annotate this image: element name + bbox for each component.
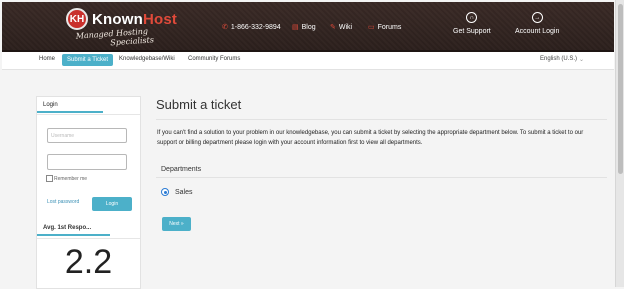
get-support-label: Get Support [453,28,491,35]
nav-knowledgebase[interactable]: Knowledgebase/Wiki [119,56,175,62]
divider [37,238,140,239]
browser-frame: KH KnownHost Managed Hosting Specialists… [0,0,624,289]
lost-password-link[interactable]: Lost password [47,199,79,205]
forums-icon: ▭ [368,24,375,31]
wiki-label: Wiki [338,23,353,31]
radio-selected-icon[interactable] [161,188,169,196]
language-selector[interactable]: English (U.S.) [540,56,577,62]
chevron-down-icon[interactable]: ⌄ [579,56,584,63]
headset-icon: ∩ [466,12,478,23]
divider [156,119,607,120]
blog-icon: ▤ [292,24,299,31]
phone-icon: ✆ [222,24,228,31]
blog-link[interactable]: ▤ Blog [292,23,316,32]
phone-link[interactable]: ✆ 1-866-332-9894 [222,23,281,32]
divider [156,177,607,178]
knownhost-logo[interactable]: KH KnownHost [66,8,177,30]
scrollbar-thumb[interactable] [618,4,623,174]
forums-link[interactable]: ▭ Forums [368,23,402,32]
intro-text: If you can't find a solution to your pro… [157,130,584,146]
password-input[interactable] [47,154,127,170]
tab-login[interactable]: Login [37,97,103,113]
page-title: Submit a ticket [156,97,242,112]
response-time-heading: Avg. 1st Respo... [37,221,110,236]
logo-known: Known [92,10,143,28]
department-option-label: Sales [175,188,193,196]
wiki-link[interactable]: ✎ Wiki [330,23,353,32]
department-option-sales[interactable]: Sales [161,188,193,196]
login-sidebar: Login Username Remember me Lost password… [36,96,141,289]
response-time-value: 2.2 [64,243,113,281]
nav-submit-ticket[interactable]: Submit a Ticket [62,54,114,66]
logo-host: Host [143,10,178,28]
account-login-button[interactable]: → Account Login [515,12,559,35]
account-login-label: Account Login [515,28,560,35]
site-header: KH KnownHost Managed Hosting Specialists… [2,2,614,52]
blog-label: Blog [301,23,316,31]
nav-home[interactable]: Home [39,56,55,62]
nav-community-forums[interactable]: Community Forums [188,56,240,62]
divider [37,114,140,115]
get-support-button[interactable]: ∩ Get Support [453,12,491,35]
logo-badge-icon: KH [66,8,88,30]
checkbox-icon [46,175,53,182]
login-arrow-icon: → [531,12,543,23]
departments-label: Departments [161,166,202,173]
phone-number: 1-866-332-9894 [230,23,281,31]
remember-me-checkbox[interactable]: Remember me [46,175,87,182]
username-input[interactable]: Username [47,128,127,143]
remember-me-label: Remember me [54,175,88,182]
forums-label: Forums [377,23,402,31]
login-button[interactable]: Login [92,197,132,211]
wiki-icon: ✎ [330,24,336,31]
secondary-nav: Home Submit a Ticket Knowledgebase/Wiki … [2,52,614,70]
page-scrollbar[interactable] [615,0,624,287]
next-button[interactable]: Next » [162,217,191,231]
logo-wordmark: KnownHost [92,11,177,28]
